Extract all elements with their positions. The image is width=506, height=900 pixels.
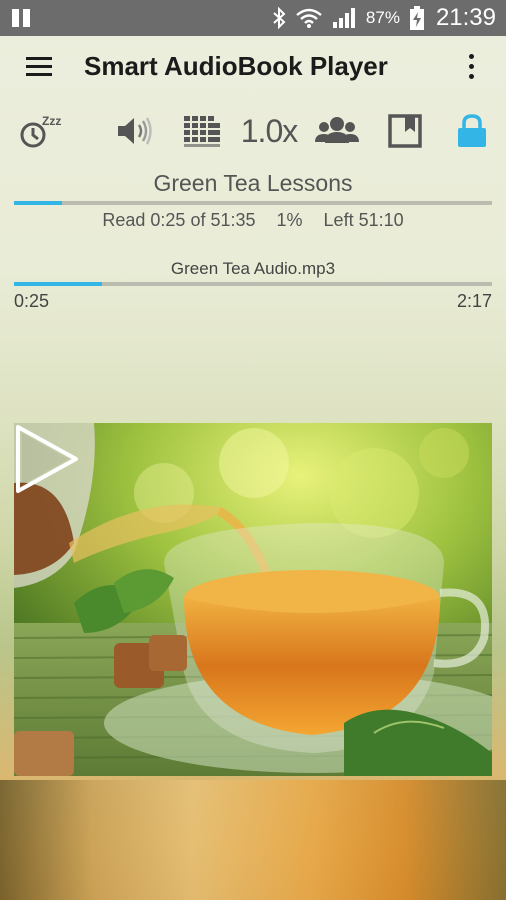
file-progress-bar[interactable] — [14, 282, 492, 286]
lock-button[interactable] — [452, 108, 492, 154]
percent-text: 1% — [276, 210, 303, 230]
battery-percent: 87% — [365, 8, 400, 27]
file-name: Green Tea Audio.mp3 — [170, 259, 336, 278]
read-time-text: Read 0:25 of 51:35 — [102, 210, 256, 230]
svg-text:Zzz: Zzz — [42, 114, 61, 128]
signal-icon — [332, 8, 355, 28]
cover-art[interactable] — [14, 423, 492, 776]
background-blur — [0, 780, 506, 900]
hamburger-icon[interactable] — [26, 57, 52, 77]
book-title: Green Tea Lessons — [153, 170, 353, 196]
speed-label: 1.0x — [240, 112, 298, 149]
equalizer-icon — [184, 116, 220, 147]
file-progress-fill — [14, 282, 102, 286]
volume-button[interactable] — [112, 108, 156, 154]
wifi-icon — [296, 8, 322, 28]
characters-button[interactable] — [314, 108, 360, 154]
book-progress-info: Read 0:25 of 51:35 1% Left 51:10 — [0, 210, 506, 231]
play-icon[interactable] — [14, 423, 80, 495]
status-bar: 87% 21:39 — [0, 0, 506, 36]
book-progress-bar[interactable] — [14, 201, 492, 205]
player-toolbar: Zzz 1.0x — [0, 108, 506, 154]
characters-icon — [315, 117, 359, 143]
left-time-text: Left 51:10 — [323, 210, 404, 230]
file-duration: 2:17 — [456, 291, 492, 311]
book-progress-fill — [14, 201, 62, 205]
bluetooth-icon — [273, 7, 286, 29]
app-title: Smart AudioBook Player — [84, 51, 388, 81]
equalizer-button[interactable] — [182, 108, 222, 154]
more-vert-icon[interactable] — [466, 54, 478, 80]
sleep-timer-icon: Zzz — [20, 114, 61, 148]
speed-button[interactable]: 1.0x — [236, 108, 302, 154]
volume-icon — [118, 117, 152, 145]
sleep-timer-button[interactable]: Zzz — [18, 108, 68, 154]
file-position: 0:25 — [14, 291, 50, 311]
status-time: 21:39 — [435, 4, 496, 31]
lock-icon — [458, 114, 486, 147]
app-bar: Smart AudioBook Player — [0, 36, 506, 100]
pause-icon — [12, 9, 32, 27]
bookmark-button[interactable] — [386, 108, 424, 154]
bookmark-icon — [388, 114, 422, 148]
cover-image — [14, 423, 492, 776]
battery-charging-icon — [409, 6, 424, 30]
